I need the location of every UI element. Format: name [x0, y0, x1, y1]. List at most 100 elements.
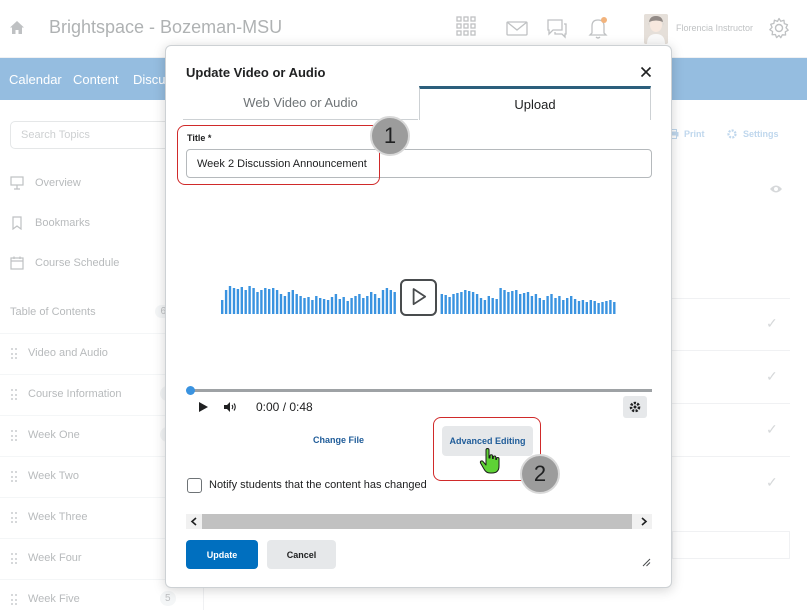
waveform-bar [530, 296, 534, 314]
waveform-bar [272, 288, 275, 314]
waveform-bar [456, 293, 459, 314]
waveform-bar [519, 294, 522, 314]
waveform-bar [385, 288, 389, 314]
waveform-bar [342, 297, 345, 314]
waveform-bar [232, 288, 236, 314]
waveform-bar [279, 294, 283, 314]
waveform-bar [546, 296, 549, 314]
waveform-bar [495, 299, 498, 314]
waveform-bar [295, 294, 298, 314]
waveform-bar [303, 298, 306, 314]
waveform-bar [389, 290, 392, 314]
waveform-bar [366, 296, 369, 314]
waveform-bar [483, 300, 487, 314]
cancel-button[interactable]: Cancel [267, 540, 336, 569]
waveform-bar [534, 294, 538, 314]
callout-marker-2: 2 [520, 454, 560, 494]
waveform-bar [507, 292, 510, 314]
seek-bar[interactable] [187, 389, 652, 392]
player-settings-button[interactable] [623, 396, 647, 418]
waveform-bar [542, 300, 545, 314]
waveform-bar [362, 298, 365, 314]
dialog-title: Update Video or Audio [186, 65, 326, 80]
waveform-bar [613, 302, 616, 314]
waveform-bar [373, 294, 377, 314]
update-button[interactable]: Update [186, 540, 258, 569]
waveform-bar [522, 293, 526, 314]
waveform-bar [605, 301, 608, 314]
waveform-bar [224, 290, 228, 314]
waveform-bar [499, 288, 502, 314]
waveform-bar [393, 292, 396, 314]
tab-web-video[interactable]: Web Video or Audio [183, 86, 418, 120]
waveform-bar [566, 298, 569, 314]
notify-checkbox[interactable] [187, 478, 202, 493]
waveform-bar [585, 302, 588, 314]
waveform-bar [444, 295, 447, 314]
waveform-bar [558, 296, 561, 314]
seek-handle[interactable] [186, 386, 195, 395]
scrollbar-thumb[interactable] [202, 514, 632, 529]
waveform-bar [370, 292, 373, 314]
waveform-bar [221, 300, 224, 314]
waveform-bar [240, 287, 243, 314]
waveform-bar [326, 300, 330, 314]
waveform-bar [236, 289, 240, 314]
waveform-bar [228, 286, 232, 314]
waveform-bar [260, 290, 263, 314]
waveform-bar [468, 291, 471, 314]
resize-handle-icon[interactable] [641, 557, 651, 567]
waveform-bar [554, 298, 557, 314]
waveform-bar [550, 294, 553, 314]
waveform-bar [597, 303, 600, 314]
waveform-bar [581, 300, 585, 314]
waveform-bar [275, 290, 279, 314]
waveform-bar [601, 302, 604, 314]
waveform-bar [311, 300, 314, 314]
waveform-bar [334, 294, 338, 314]
waveform-bar [589, 300, 592, 314]
waveform-bar [593, 301, 596, 314]
update-video-dialog: Update Video or Audio Web Video or Audio… [165, 45, 672, 588]
dialog-tabs: Web Video or Audio Upload [183, 86, 651, 120]
play-icon[interactable] [197, 401, 209, 413]
gear-icon [629, 401, 641, 413]
waveform-bar [252, 288, 255, 314]
notify-checkbox-label[interactable]: Notify students that the content has cha… [209, 479, 427, 491]
waveform-bar [299, 296, 302, 314]
waveform-bar [511, 291, 514, 314]
waveform-bar [381, 290, 385, 314]
change-file-link[interactable]: Change File [313, 435, 364, 445]
close-icon[interactable] [638, 64, 654, 80]
playback-time: 0:00 / 0:48 [256, 400, 313, 414]
waveform-bar [577, 301, 581, 314]
tab-upload[interactable]: Upload [419, 86, 651, 120]
waveform-bar [291, 290, 294, 314]
waveform-bar [377, 298, 381, 314]
waveform-bar [475, 294, 479, 314]
waveform-bar [515, 290, 518, 314]
waveform-bar [315, 296, 318, 314]
horizontal-scrollbar[interactable] [186, 514, 652, 529]
waveform-bar [248, 286, 251, 314]
callout-highlight-title [177, 125, 380, 185]
waveform-bar [256, 292, 259, 314]
waveform-bar [452, 294, 455, 314]
waveform-bar [244, 290, 247, 314]
waveform-bar [322, 299, 326, 314]
waveform-bar [464, 290, 467, 314]
scroll-left-icon[interactable] [187, 515, 201, 528]
play-button[interactable] [400, 279, 437, 316]
waveform-bar [268, 289, 271, 314]
waveform-bar [358, 294, 361, 314]
waveform-bar [479, 298, 483, 314]
waveform-bar [487, 296, 490, 314]
waveform-bar [283, 296, 287, 314]
volume-icon[interactable] [223, 401, 237, 413]
scroll-right-icon[interactable] [637, 515, 651, 528]
waveform-bar [570, 296, 573, 314]
waveform-bar [330, 297, 334, 314]
waveform-bar [526, 292, 530, 314]
hand-cursor-icon [479, 448, 500, 474]
waveform-bar [609, 300, 612, 314]
